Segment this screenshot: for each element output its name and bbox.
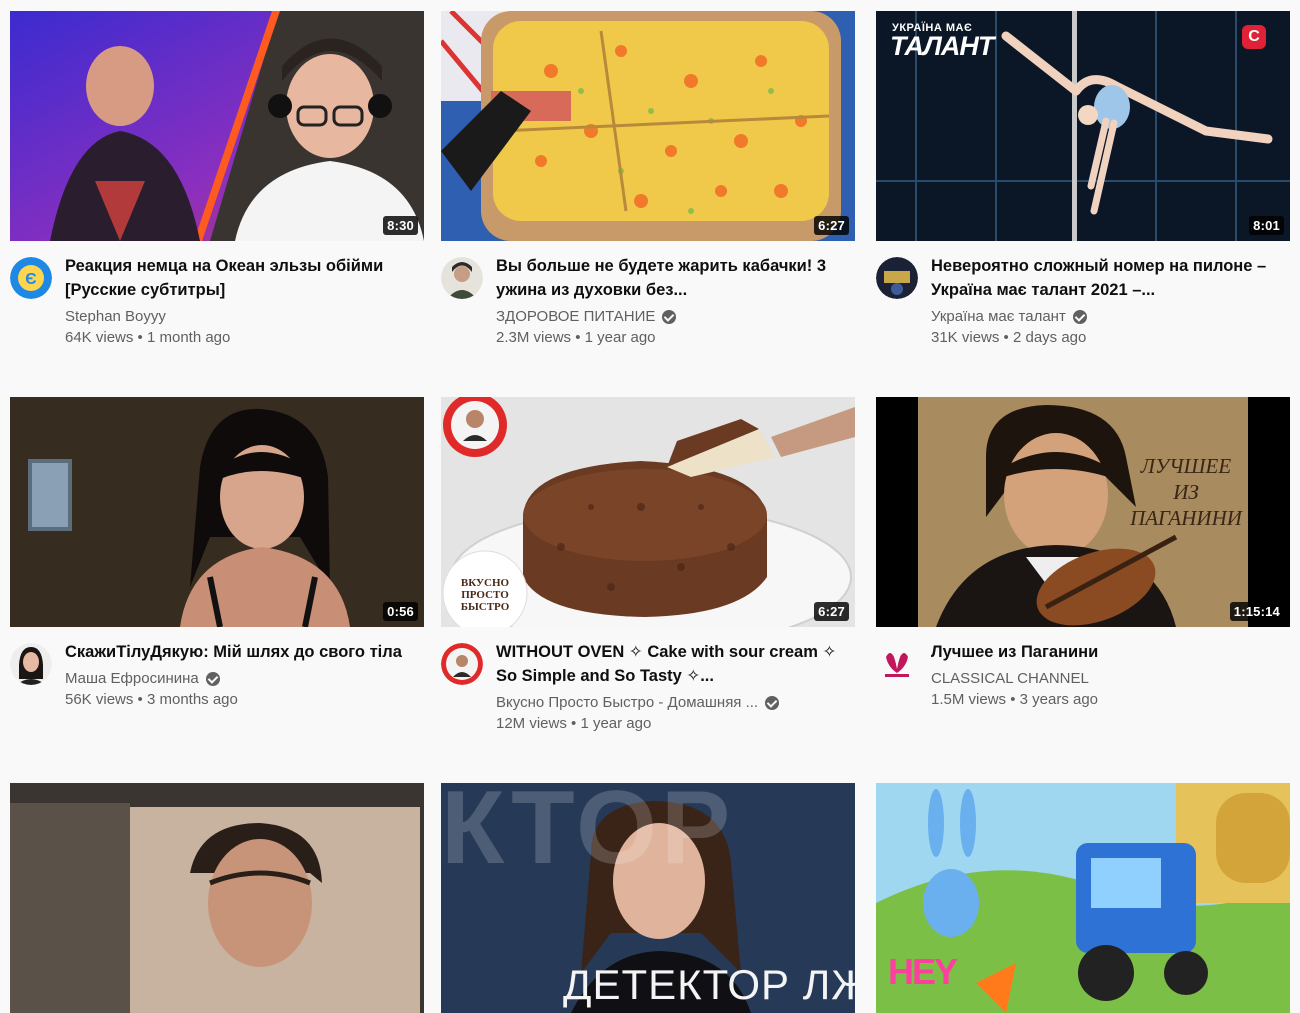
video-title[interactable]: СкажиТілуДякую: Мій шлях до свого тіла <box>65 640 416 664</box>
upload-age: 1 year ago <box>580 715 652 732</box>
video-stats: 31K views • 2 days ago <box>931 329 1087 346</box>
upload-age: 1 year ago <box>584 329 656 346</box>
channel-name[interactable]: CLASSICAL CHANNEL <box>931 669 1089 689</box>
channel-name[interactable]: Маша Ефросинина <box>65 669 199 689</box>
channel-name-row: Stephan Boyyy <box>65 307 416 327</box>
duration-badge: 0:56 <box>383 602 418 621</box>
thumbnail-overlay-text: ДЕТЕКТОР ЛЖИ <box>563 961 855 1008</box>
video-thumbnail[interactable]: УКРАЇНА МАЄ ТАЛАНТ С 8:01 <box>876 11 1290 241</box>
video-card[interactable]: HEY <box>876 783 1290 1013</box>
video-title[interactable]: Вы больше не будете жарить кабачки! 3 уж… <box>496 254 847 302</box>
channel-avatar[interactable] <box>441 643 483 685</box>
upload-age: 1 month ago <box>146 329 231 346</box>
video-thumbnail[interactable] <box>10 783 424 1013</box>
video-card[interactable]: КТОР ДЕТЕКТОР ЛЖИ <box>441 783 855 1013</box>
thumbnail-overlay-text: ЛУЧШЕЕ ИЗ ПАГАНИНИ <box>1130 454 1242 530</box>
view-count: 31K views <box>931 329 1000 346</box>
view-count: 12M views <box>496 715 567 732</box>
channel-name-row: Україна має талант <box>931 307 1282 327</box>
upload-age: 2 days ago <box>1012 329 1087 346</box>
verified-check-icon <box>1072 310 1087 324</box>
view-count: 1.5M views <box>931 691 1007 708</box>
duration-badge: 8:30 <box>383 216 418 235</box>
video-thumbnail[interactable]: 8:30 <box>10 11 424 241</box>
duration-badge: 1:15:14 <box>1229 602 1284 621</box>
verified-check-icon <box>765 696 780 710</box>
video-title[interactable]: Лучшее из Паганини <box>931 640 1282 664</box>
video-thumbnail[interactable]: 6:27 <box>441 11 855 241</box>
upload-age: 3 months ago <box>146 691 238 708</box>
video-title[interactable]: Невероятно сложный номер на пилоне – Укр… <box>931 254 1282 302</box>
view-count: 2.3M views <box>496 329 572 346</box>
channel-name-row: ЗДОРОВОЕ ПИТАНИЕ <box>496 307 847 327</box>
view-count: 56K views <box>65 691 134 708</box>
video-thumbnail[interactable]: HEY <box>876 783 1290 1013</box>
thumbnail-logo-text: HEY <box>888 951 958 992</box>
video-card[interactable]: 6:27 Вы больше не будете жарить кабачки!… <box>441 11 855 361</box>
video-card[interactable]: УКРАЇНА МАЄ ТАЛАНТ С 8:01 Невероятно сло… <box>876 11 1290 361</box>
channel-name-row: Маша Ефросинина <box>65 669 416 689</box>
video-card[interactable]: 0:56 СкажиТілуДякую: Мій шлях до свого т… <box>10 397 424 747</box>
video-stats: 1.5M views • 3 years ago <box>931 691 1099 708</box>
video-thumbnail[interactable]: ВКУСНО ПРОСТО БЫСТРО 6:27 <box>441 397 855 627</box>
verified-check-icon <box>662 310 677 324</box>
thumbnail-logo-text: ВКУСНО ПРОСТО БЫСТРО <box>460 577 510 613</box>
duration-badge: 6:27 <box>814 602 849 621</box>
channel-avatar[interactable] <box>441 257 483 299</box>
video-thumbnail[interactable]: ЛУЧШЕЕ ИЗ ПАГАНИНИ 1:15:14 <box>876 397 1290 627</box>
video-stats: 2.3M views • 1 year ago <box>496 329 656 346</box>
video-card[interactable]: ЛУЧШЕЕ ИЗ ПАГАНИНИ 1:15:14 Лучшее из Паг… <box>876 397 1290 747</box>
video-title[interactable]: Реакция немца на Океан эльзы обійми [Рус… <box>65 254 416 302</box>
video-stats: 56K views • 3 months ago <box>65 691 238 708</box>
thumbnail-logo-text: ТАЛАНТ <box>890 31 994 61</box>
channel-name-row: Вкусно Просто Быстро - Домашняя ... <box>496 693 847 713</box>
channel-name-row: CLASSICAL CHANNEL <box>931 669 1282 689</box>
duration-badge: 8:01 <box>1249 216 1284 235</box>
thumbnail-background-text: КТОР <box>441 783 735 886</box>
video-stats: 64K views • 1 month ago <box>65 329 231 346</box>
video-card[interactable]: ВКУСНО ПРОСТО БЫСТРО 6:27 WITHOUT OVEN ✧… <box>441 397 855 747</box>
video-title[interactable]: WITHOUT OVEN ✧ Cake with sour cream ✧ So… <box>496 640 847 688</box>
svg-text:Є: Є <box>25 271 36 288</box>
video-thumbnail[interactable]: КТОР ДЕТЕКТОР ЛЖИ <box>441 783 855 1013</box>
channel-name[interactable]: Вкусно Просто Быстро - Домашняя ... <box>496 693 758 713</box>
view-count: 64K views <box>65 329 134 346</box>
channel-name[interactable]: Stephan Boyyy <box>65 307 166 327</box>
channel-avatar[interactable]: Є <box>10 257 52 299</box>
video-card[interactable]: 8:30 Є Реакция немца на Океан эльзы обій… <box>10 11 424 361</box>
channel-name[interactable]: ЗДОРОВОЕ ПИТАНИЕ <box>496 307 655 327</box>
duration-badge: 6:27 <box>814 216 849 235</box>
upload-age: 3 years ago <box>1019 691 1099 708</box>
channel-avatar[interactable] <box>876 257 918 299</box>
channel-avatar[interactable] <box>876 643 918 685</box>
channel-name[interactable]: Україна має талант <box>931 307 1066 327</box>
channel-avatar[interactable] <box>10 643 52 685</box>
channel-logo-badge: С <box>1242 25 1266 49</box>
video-stats: 12M views • 1 year ago <box>496 715 652 732</box>
verified-check-icon <box>205 672 220 686</box>
video-card[interactable] <box>10 783 424 1013</box>
video-thumbnail[interactable]: 0:56 <box>10 397 424 627</box>
